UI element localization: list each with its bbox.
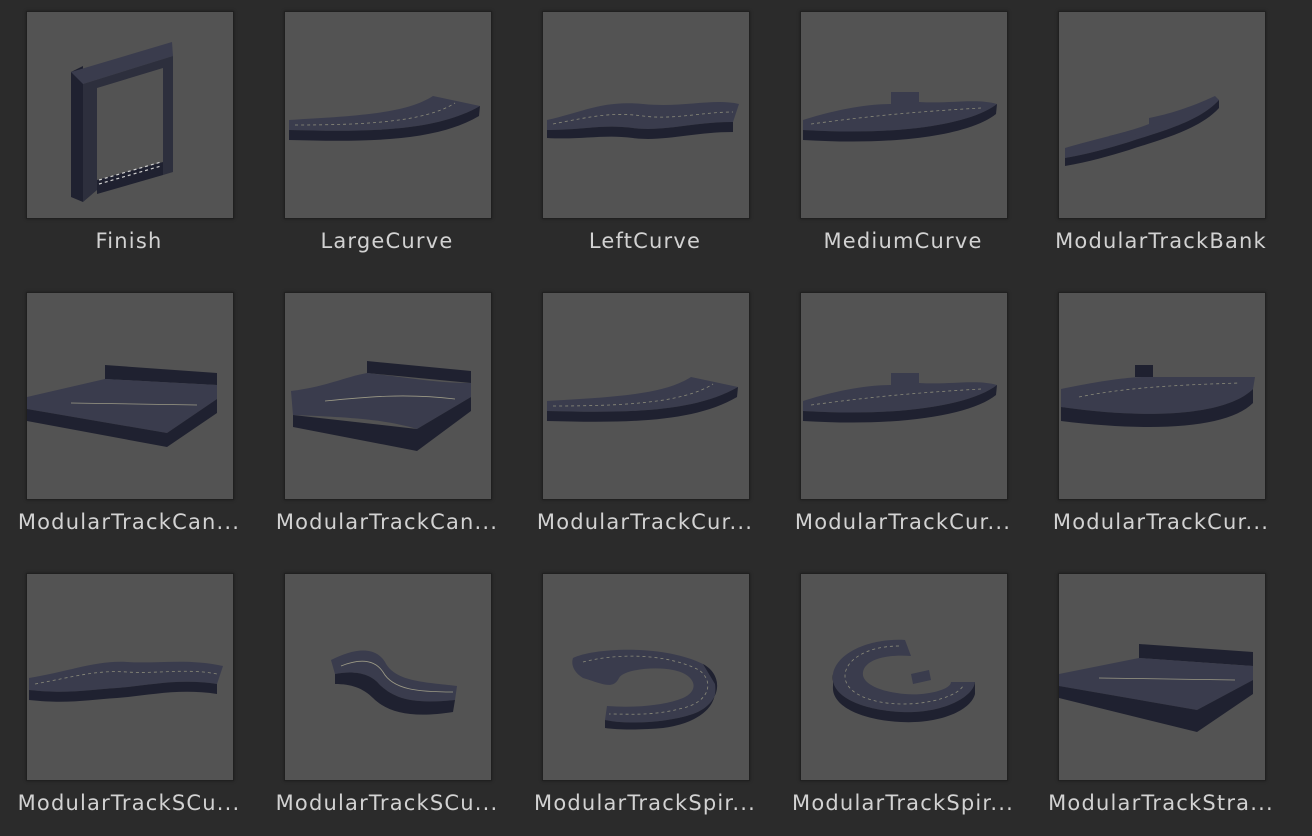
track-curve-mesh-icon (1061, 365, 1255, 427)
asset-label: ModularTrackSCu... (17, 791, 241, 815)
asset-label: ModularTrackStra... (1048, 791, 1274, 815)
asset-item-finish[interactable]: Finish (14, 11, 244, 273)
asset-item-large-curve[interactable]: LargeCurve (272, 11, 502, 273)
asset-item-track-straight[interactable]: ModularTrackStra... (1046, 573, 1276, 835)
asset-item-track-curve-1[interactable]: ModularTrackCur... (530, 292, 760, 554)
asset-thumbnail[interactable] (284, 573, 492, 781)
asset-item-track-canyon-1[interactable]: ModularTrackCan... (14, 292, 244, 554)
asset-label: ModularTrackSCu... (275, 791, 499, 815)
track-spiral-mesh-icon (572, 649, 718, 730)
asset-thumbnail[interactable] (1058, 292, 1266, 500)
asset-thumbnail[interactable] (800, 292, 1008, 500)
asset-thumbnail[interactable] (284, 292, 492, 500)
asset-label: LeftCurve (588, 229, 702, 253)
asset-label: ModularTrackSpir... (534, 791, 756, 815)
asset-thumbnail[interactable] (284, 11, 492, 219)
asset-label: Finish (95, 229, 163, 253)
track-spiral-mesh-icon (832, 639, 975, 723)
asset-item-medium-curve[interactable]: MediumCurve (788, 11, 1018, 273)
asset-thumbnail[interactable] (1058, 11, 1266, 219)
medium-curve-mesh-icon (803, 92, 997, 142)
asset-label: ModularTrackCan... (17, 510, 241, 534)
track-bank-mesh-icon (1065, 96, 1219, 166)
left-curve-mesh-icon (547, 102, 739, 139)
asset-label: ModularTrackCan... (275, 510, 499, 534)
track-curve-mesh-icon (803, 373, 997, 423)
asset-label: ModularTrackSpir... (792, 791, 1014, 815)
asset-item-track-spiral-1[interactable]: ModularTrackSpir... (530, 573, 760, 835)
finish-gate-mesh-icon (71, 42, 173, 202)
asset-thumbnail[interactable] (542, 573, 750, 781)
asset-thumbnail[interactable] (26, 292, 234, 500)
asset-thumbnail[interactable] (542, 11, 750, 219)
asset-item-left-curve[interactable]: LeftCurve (530, 11, 760, 273)
asset-thumbnail[interactable] (1058, 573, 1266, 781)
asset-item-track-spiral-2[interactable]: ModularTrackSpir... (788, 573, 1018, 835)
asset-label: MediumCurve (823, 229, 983, 253)
asset-item-track-curve-2[interactable]: ModularTrackCur... (788, 292, 1018, 554)
asset-item-track-canyon-2[interactable]: ModularTrackCan... (272, 292, 502, 554)
track-curve-mesh-icon (547, 377, 738, 422)
asset-grid: Finish LargeCurve LeftCurve MediumCurve … (0, 0, 1312, 836)
track-s-curve-mesh-icon (331, 650, 457, 715)
track-canyon-mesh-icon (27, 365, 217, 447)
asset-item-track-s-curve-1[interactable]: ModularTrackSCu... (14, 573, 244, 835)
asset-item-track-curve-3[interactable]: ModularTrackCur... (1046, 292, 1276, 554)
asset-label: ModularTrackCur... (794, 510, 1012, 534)
asset-item-track-bank[interactable]: ModularTrackBank (1046, 11, 1276, 273)
track-s-curve-mesh-icon (29, 661, 223, 702)
track-straight-mesh-icon (1059, 644, 1253, 732)
asset-label: ModularTrackCur... (1052, 510, 1270, 534)
asset-label: ModularTrackBank (1055, 229, 1267, 253)
asset-label: LargeCurve (320, 229, 454, 253)
large-curve-mesh-icon (289, 96, 480, 141)
asset-thumbnail[interactable] (26, 11, 234, 219)
track-canyon-mesh-icon (291, 361, 471, 451)
asset-item-track-s-curve-2[interactable]: ModularTrackSCu... (272, 573, 502, 835)
asset-thumbnail[interactable] (800, 573, 1008, 781)
asset-thumbnail[interactable] (800, 11, 1008, 219)
asset-label: ModularTrackCur... (536, 510, 754, 534)
asset-thumbnail[interactable] (542, 292, 750, 500)
asset-thumbnail[interactable] (26, 573, 234, 781)
